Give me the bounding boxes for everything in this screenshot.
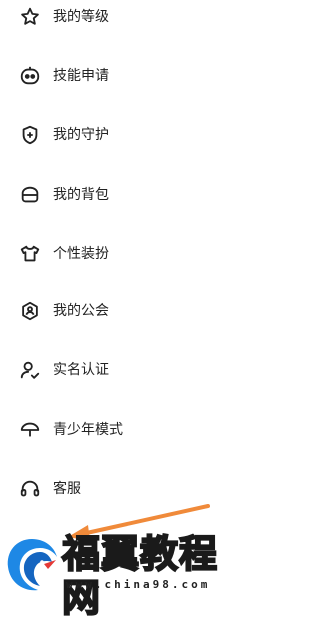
headset-icon bbox=[19, 478, 41, 500]
menu-item-my-guild[interactable]: 我的公会 bbox=[0, 291, 249, 331]
shield-plus-icon bbox=[19, 124, 41, 146]
umbrella-icon bbox=[19, 419, 41, 441]
user-check-icon bbox=[19, 359, 41, 381]
menu-label-real-name-auth: 实名认证 bbox=[53, 362, 109, 378]
menu-item-dress-up[interactable]: 个性装扮 bbox=[0, 234, 249, 274]
menu-item-my-guard[interactable]: 我的守护 bbox=[0, 115, 249, 155]
guild-badge-icon bbox=[19, 300, 41, 322]
site-watermark: 福翼教程网 www.china98.com bbox=[0, 531, 249, 620]
watermark-title: 福翼教程网 bbox=[61, 531, 219, 620]
tshirt-icon bbox=[19, 243, 41, 265]
menu-item-teen-mode[interactable]: 青少年模式 bbox=[0, 410, 249, 450]
menu-item-my-backpack[interactable]: 我的背包 bbox=[0, 175, 249, 215]
star-outline-icon bbox=[19, 6, 41, 28]
menu-label-skill-apply: 技能申请 bbox=[53, 68, 109, 84]
menu-item-skill-apply[interactable]: 技能申请 bbox=[0, 56, 249, 96]
menu-label-dress-up: 个性装扮 bbox=[53, 246, 109, 262]
menu-item-real-name-auth[interactable]: 实名认证 bbox=[0, 350, 249, 390]
menu-label-my-level: 我的等级 bbox=[53, 9, 109, 25]
menu-label-teen-mode: 青少年模式 bbox=[53, 422, 123, 438]
robot-face-icon bbox=[19, 65, 41, 87]
menu-label-my-backpack: 我的背包 bbox=[53, 187, 109, 203]
eagle-logo-icon bbox=[7, 539, 58, 591]
menu-item-my-level[interactable]: 我的等级 bbox=[0, 0, 249, 37]
menu-label-my-guild: 我的公会 bbox=[53, 303, 109, 319]
watermark-url: www.china98.com bbox=[66, 578, 211, 591]
menu-label-my-guard: 我的守护 bbox=[53, 127, 109, 143]
backpack-icon bbox=[19, 184, 41, 206]
